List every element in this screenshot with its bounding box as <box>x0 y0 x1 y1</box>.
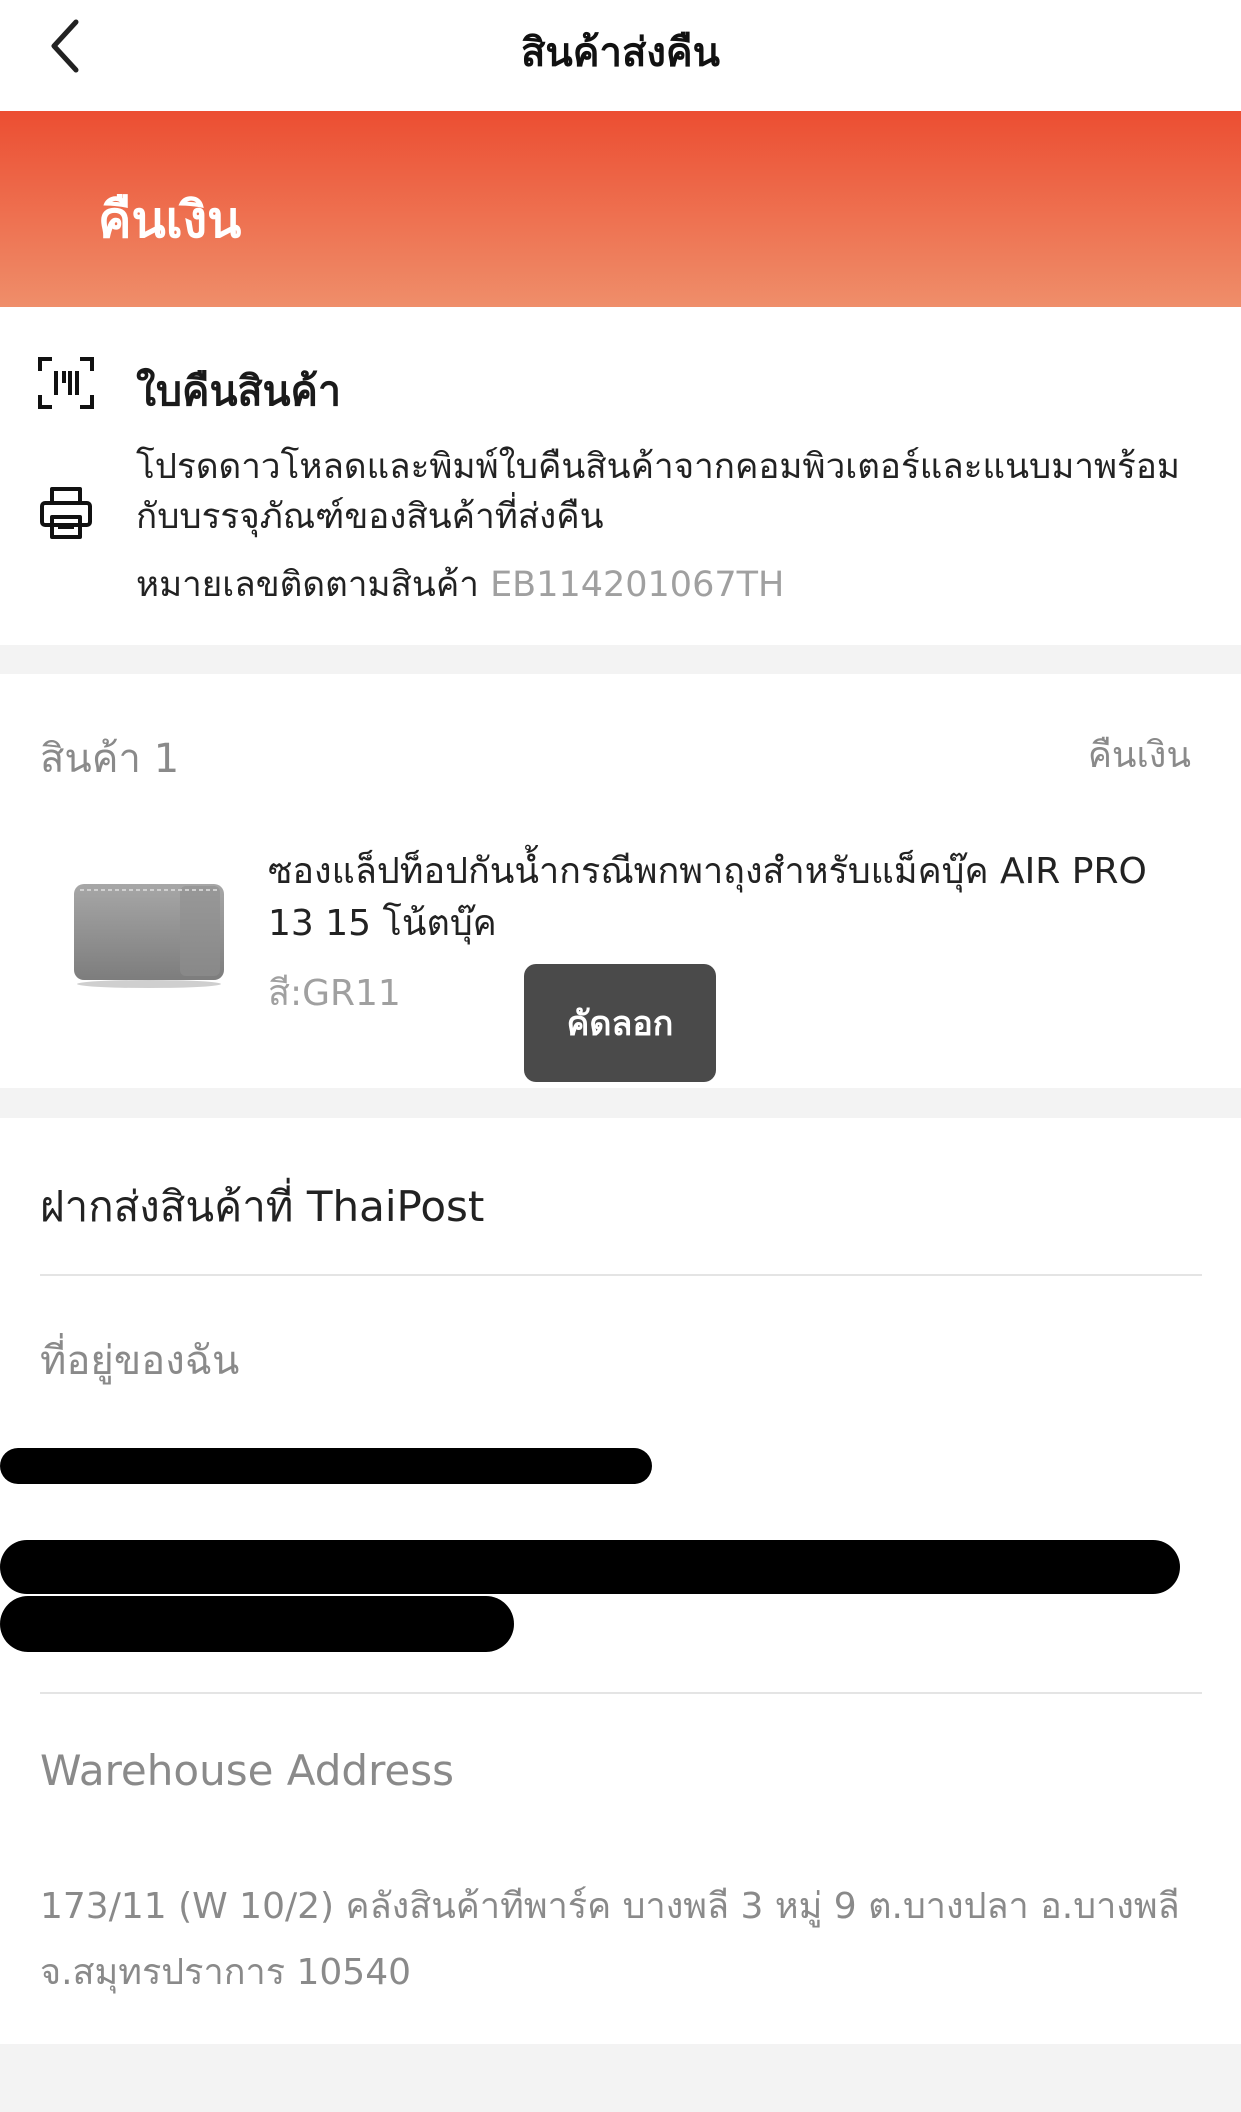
tracking-row: หมายเลขติดตามสินค้า EB114201067TH <box>136 557 784 612</box>
warehouse-address: 173/11 (W 10/2) คลังสินค้าทีพาร์ค บางพลี… <box>40 1886 1180 1993</box>
return-item-page: สินค้าส่งคืน คืนเงิน ใบคืนสินค้า โปรดดาว… <box>0 0 1241 2112</box>
my-address-label: ที่อยู่ของฉัน <box>40 1338 240 1384</box>
barcode-scan-icon <box>38 357 94 409</box>
page-title: สินค้าส่งคืน <box>520 30 721 76</box>
banner-title: คืนเงิน <box>98 191 242 249</box>
product-image[interactable] <box>70 870 228 990</box>
redacted-name <box>0 1448 652 1484</box>
return-slip-title: ใบคืนสินค้า <box>136 367 341 415</box>
redacted-address-line-1 <box>0 1540 1180 1594</box>
product-index-label: สินค้า 1 <box>40 736 180 782</box>
dropoff-card: ฝากส่งสินค้าที่ ThaiPost ที่อยู่ของฉัน W… <box>0 1118 1241 2044</box>
tracking-label: หมายเลขติดตามสินค้า <box>136 565 479 605</box>
return-slip-instructions: โปรดดาวโหลดและพิมพ์ใบคืนสินค้าจากคอมพิวเ… <box>136 447 1180 537</box>
product-refund-status: คืนเงิน <box>1087 735 1191 776</box>
product-card: สินค้า 1 คืนเงิน ซองแล็ปท็อปกันน้ำกรณีพก… <box>0 674 1241 1088</box>
tracking-number[interactable]: EB114201067TH <box>490 565 784 605</box>
product-variant: สี:GR11 <box>268 973 401 1014</box>
return-slip-card: ใบคืนสินค้า โปรดดาวโหลดและพิมพ์ใบคืนสินค… <box>0 307 1241 645</box>
printer-icon[interactable] <box>38 485 94 541</box>
top-bar: สินค้าส่งคืน <box>0 0 1241 111</box>
divider <box>40 1274 1202 1276</box>
copied-toast: คัดลอก <box>524 964 716 1082</box>
redacted-address-line-2 <box>0 1596 514 1652</box>
dropoff-title: ฝากส่งสินค้าที่ ThaiPost <box>40 1182 485 1231</box>
divider <box>40 1692 1202 1694</box>
refund-banner: คืนเงิน <box>0 111 1241 307</box>
product-name[interactable]: ซองแล็ปท็อปกันน้ำกรณีพกพาถุงสำหรับแม็คบุ… <box>268 846 1168 950</box>
warehouse-address-label: Warehouse Address <box>40 1746 455 1795</box>
